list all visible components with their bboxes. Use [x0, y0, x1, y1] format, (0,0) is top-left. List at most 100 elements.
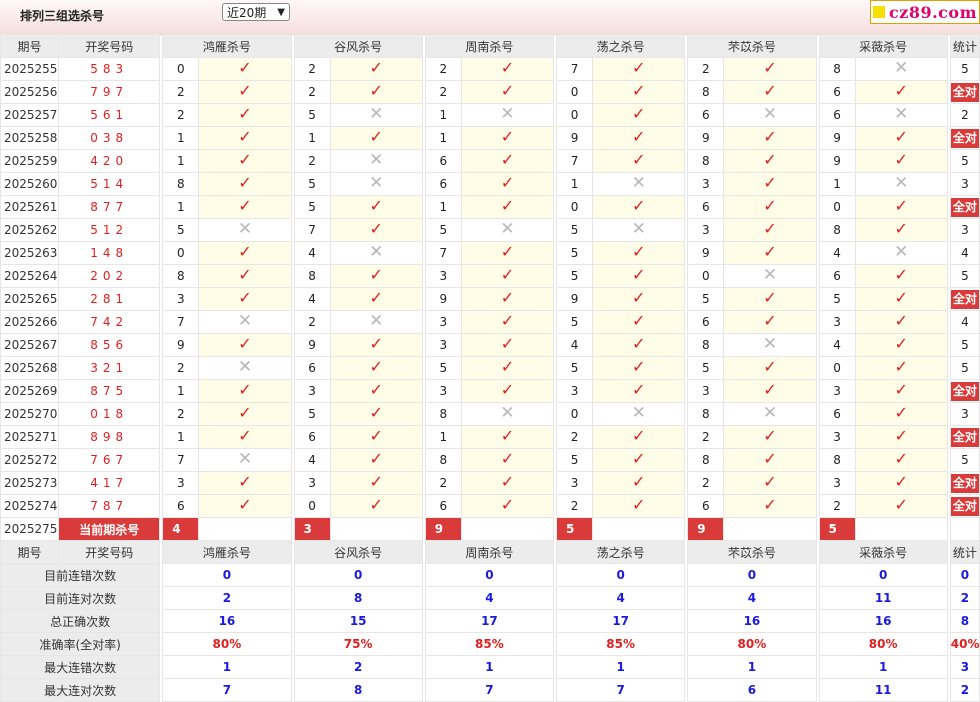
current-stat-blank	[949, 517, 980, 541]
site-logo[interactable]: cz89.com	[869, 0, 980, 24]
result-cell: ✓	[592, 310, 686, 334]
header-expert: 鸿雁杀号	[162, 540, 292, 564]
kill-number-cell: 2	[424, 471, 462, 495]
result-cell: ✓	[198, 172, 292, 196]
kill-number-cell: 9	[424, 287, 462, 311]
check-icon: ✓	[763, 311, 777, 330]
table-row: 2025265 281 3 ✓ 4 ✓ 9 ✓ 9 ✓ 5 ✓ 5 ✓ 全对	[0, 287, 980, 311]
cross-icon: ✕	[894, 173, 909, 193]
kill-number-cell: 5	[162, 218, 200, 242]
result-cell: ✓	[592, 494, 686, 518]
result-cell: ✓	[198, 287, 292, 311]
kill-number-cell: 4	[293, 448, 331, 472]
kill-number-cell: 0	[162, 241, 200, 265]
check-icon: ✓	[894, 426, 908, 445]
issue-cell[interactable]: 2025275	[0, 517, 60, 541]
stat-value: 4	[961, 246, 969, 260]
current-kill-value: 5	[556, 517, 594, 541]
check-icon: ✓	[763, 127, 777, 146]
issue-cell[interactable]: 2025260	[0, 172, 60, 196]
kill-number-cell: 0	[162, 57, 200, 81]
kill-number-cell: 3	[818, 471, 856, 495]
issue-cell[interactable]: 2025266	[0, 310, 60, 334]
check-icon: ✓	[369, 449, 383, 468]
kill-number-cell: 2	[293, 149, 331, 173]
issue-cell[interactable]: 2025268	[0, 356, 60, 380]
stat-value: 4	[961, 315, 969, 329]
check-icon: ✓	[632, 81, 646, 100]
issue-cell[interactable]: 2025265	[0, 287, 60, 311]
kill-number-cell: 9	[818, 149, 856, 173]
result-cell: ✓	[198, 126, 292, 150]
result-cell: ✕	[460, 103, 555, 127]
issue-cell[interactable]: 2025257	[0, 103, 60, 127]
result-cell: ✓	[198, 195, 292, 219]
current-kill-value: 3	[293, 517, 331, 541]
kill-number-cell: 1	[556, 172, 594, 196]
header-expert: 荡之杀号	[556, 540, 686, 564]
kill-number-cell: 5	[293, 195, 331, 219]
kill-number-cell: 8	[687, 448, 725, 472]
kill-number-cell: 5	[293, 402, 331, 426]
cross-icon: ✕	[237, 311, 253, 331]
issue-cell[interactable]: 2025273	[0, 471, 60, 495]
check-icon: ✓	[500, 288, 515, 307]
kill-number-cell: 5	[818, 287, 856, 311]
kill-number-cell: 6	[424, 149, 462, 173]
summary-value: 1	[162, 655, 292, 679]
kill-number-cell: 1	[818, 172, 856, 196]
result-cell: ✓	[460, 57, 555, 81]
summary-value: 17	[556, 609, 686, 633]
kill-number-cell: 9	[687, 126, 725, 150]
issue-cell[interactable]: 2025274	[0, 494, 60, 518]
issue-cell[interactable]: 2025259	[0, 149, 60, 173]
summary-header: 期号 开奖号码 鸿雁杀号 谷风杀号 周南杀号 荡之杀号 芣苡杀号 采薇杀号 统计	[0, 540, 980, 564]
kill-number-cell: 9	[293, 333, 331, 357]
result-cell: ✓	[854, 448, 948, 472]
issue-cell[interactable]: 2025264	[0, 264, 60, 288]
kill-number-cell: 2	[293, 80, 331, 104]
check-icon: ✓	[632, 127, 646, 146]
issue-cell[interactable]: 2025256	[0, 80, 60, 104]
issue-cell[interactable]: 2025271	[0, 425, 60, 449]
issue-cell[interactable]: 2025263	[0, 241, 60, 265]
result-cell: ✓	[329, 126, 423, 150]
summary-value: 1	[556, 655, 686, 679]
summary-value: 6	[687, 678, 817, 702]
header-issue: 期号	[0, 34, 60, 58]
check-icon: ✓	[238, 288, 252, 307]
kill-number-cell: 8	[818, 218, 856, 242]
kill-number-cell: 3	[687, 172, 725, 196]
stat-cell: 全对	[949, 471, 980, 495]
kill-number-cell: 8	[424, 402, 462, 426]
result-cell: ✓	[460, 149, 555, 173]
check-icon: ✓	[894, 334, 908, 353]
issue-cell[interactable]: 2025270	[0, 402, 60, 426]
period-select[interactable]: 近20期 ▼	[222, 3, 290, 21]
issue-cell[interactable]: 2025269	[0, 379, 60, 403]
kill-number-cell: 2	[162, 80, 200, 104]
header-expert: 周南杀号	[424, 34, 555, 58]
issue-cell[interactable]: 2025255	[0, 57, 60, 81]
result-cell: ✕	[329, 172, 423, 196]
result-cell: ✕	[329, 241, 423, 265]
header-issue: 期号	[0, 540, 60, 564]
kill-number-cell: 8	[424, 448, 462, 472]
result-cell: ✓	[329, 333, 423, 357]
issue-cell[interactable]: 2025262	[0, 218, 60, 242]
summary-value: 7	[424, 678, 555, 702]
header-expert: 周南杀号	[424, 540, 555, 564]
issue-cell[interactable]: 2025261	[0, 195, 60, 219]
check-icon: ✓	[369, 472, 383, 491]
kill-number-cell: 1	[162, 149, 200, 173]
summary-label: 总正确次数	[0, 609, 161, 633]
draw-number-cell: 420	[58, 149, 161, 173]
summary-label: 最大连错次数	[0, 655, 161, 679]
stat-cell: 全对	[949, 195, 980, 219]
summary-value: 85%	[424, 632, 555, 656]
stat-value: 5	[961, 361, 969, 375]
issue-cell[interactable]: 2025267	[0, 333, 60, 357]
issue-cell[interactable]: 2025258	[0, 126, 60, 150]
result-cell: ✓	[329, 57, 423, 81]
issue-cell[interactable]: 2025272	[0, 448, 60, 472]
